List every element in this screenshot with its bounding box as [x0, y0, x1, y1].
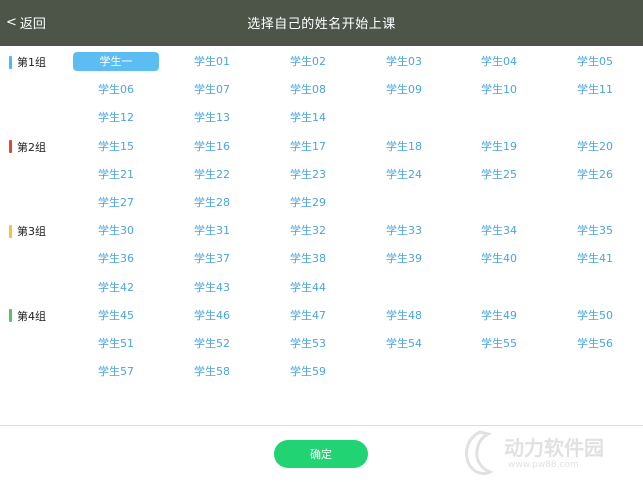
student-button[interactable]: 学生12: [73, 108, 159, 127]
group-label-1: 第1组: [9, 55, 46, 69]
student-button[interactable]: 学生56: [552, 334, 638, 353]
student-button[interactable]: 学生39: [361, 249, 447, 268]
student-button[interactable]: 学生09: [361, 80, 447, 99]
group-label-text: 第4组: [17, 309, 46, 323]
student-button[interactable]: 学生43: [169, 278, 255, 297]
group-color-bar: [9, 55, 12, 69]
group-3-row-2: 学生36 学生37 学生38 学生39 学生40 学生41: [0, 245, 643, 273]
student-button[interactable]: 学生11: [552, 80, 638, 99]
student-button[interactable]: 学生50: [552, 306, 638, 325]
student-button[interactable]: 学生03: [361, 52, 447, 71]
group-label-text: 第2组: [17, 140, 46, 154]
student-button[interactable]: 学生29: [265, 193, 351, 212]
student-button[interactable]: 学生38: [265, 249, 351, 268]
student-button[interactable]: 学生22: [169, 165, 255, 184]
header-bar: < 返回 选择自己的姓名开始上课: [0, 0, 643, 46]
group-label-text: 第1组: [17, 56, 46, 69]
student-button[interactable]: 学生23: [265, 165, 351, 184]
group-4-row-1: 第4组 学生45 学生46 学生47 学生48 学生49 学生50: [0, 302, 643, 330]
student-button[interactable]: 学生28: [169, 193, 255, 212]
student-button[interactable]: 学生59: [265, 362, 351, 381]
student-button[interactable]: 学生14: [265, 108, 351, 127]
watermark: 动力软件园 www.pw88.com: [460, 428, 640, 480]
student-button[interactable]: 学生05: [552, 52, 638, 71]
student-button[interactable]: 学生42: [73, 278, 159, 297]
student-button[interactable]: 学生52: [169, 334, 255, 353]
student-button[interactable]: 学生36: [73, 249, 159, 268]
student-button[interactable]: 学生37: [169, 249, 255, 268]
watermark-text: 动力软件园: [504, 436, 604, 460]
student-button[interactable]: 学生35: [552, 221, 638, 240]
student-button[interactable]: 学生10: [456, 80, 542, 99]
group-2-row-3: 学生27 学生28 学生29: [0, 189, 643, 217]
student-button[interactable]: 学生04: [456, 52, 542, 71]
student-button[interactable]: 学生13: [169, 108, 255, 127]
group-color-bar: [9, 140, 12, 154]
student-button[interactable]: 学生25: [456, 165, 542, 184]
student-button[interactable]: 学生06: [73, 80, 159, 99]
student-button[interactable]: 学生47: [265, 306, 351, 325]
student-button[interactable]: 学生32: [265, 221, 351, 240]
student-button[interactable]: 学生55: [456, 334, 542, 353]
student-button[interactable]: 学生16: [169, 137, 255, 156]
student-button[interactable]: 学生21: [73, 165, 159, 184]
page-title: 选择自己的姓名开始上课: [247, 17, 396, 32]
student-button[interactable]: 学生58: [169, 362, 255, 381]
student-button[interactable]: 学生48: [361, 306, 447, 325]
group-3-row-3: 学生42 学生43 学生44: [0, 274, 643, 302]
group-label-2: 第2组: [9, 140, 46, 154]
student-button[interactable]: 学生15: [73, 137, 159, 156]
student-button[interactable]: 学生44: [265, 278, 351, 297]
student-button[interactable]: 学生01: [169, 52, 255, 71]
footer-divider: [0, 425, 643, 426]
group-3-row-1: 第3组 学生30 学生31 学生32 学生33 学生34 学生35: [0, 217, 643, 245]
group-color-bar: [9, 224, 12, 238]
student-button[interactable]: 学生27: [73, 193, 159, 212]
student-button[interactable]: 学生18: [361, 137, 447, 156]
student-button[interactable]: 学生40: [456, 249, 542, 268]
group-2-row-2: 学生21 学生22 学生23 学生24 学生25 学生26: [0, 161, 643, 189]
student-button[interactable]: 学生46: [169, 306, 255, 325]
student-button[interactable]: 学生一: [73, 52, 159, 71]
group-1-row-1: 第1组 学生一 学生01 学生02 学生03 学生04 学生05: [0, 48, 643, 76]
student-button[interactable]: 学生54: [361, 334, 447, 353]
group-color-bar: [9, 309, 12, 323]
confirm-button[interactable]: 确定: [274, 440, 368, 468]
group-4-row-2: 学生51 学生52 学生53 学生54 学生55 学生56: [0, 330, 643, 358]
student-button[interactable]: 学生17: [265, 137, 351, 156]
student-button[interactable]: 学生51: [73, 334, 159, 353]
student-button[interactable]: 学生30: [73, 221, 159, 240]
student-button[interactable]: 学生45: [73, 306, 159, 325]
student-button[interactable]: 学生24: [361, 165, 447, 184]
group-label-4: 第4组: [9, 309, 46, 323]
student-button[interactable]: 学生20: [552, 137, 638, 156]
student-button[interactable]: 学生08: [265, 80, 351, 99]
group-label-3: 第3组: [9, 224, 46, 238]
student-button[interactable]: 学生34: [456, 221, 542, 240]
student-button[interactable]: 学生31: [169, 221, 255, 240]
student-button[interactable]: 学生33: [361, 221, 447, 240]
student-button[interactable]: 学生07: [169, 80, 255, 99]
student-grid: 第1组 学生一 学生01 学生02 学生03 学生04 学生05 学生06 学生…: [0, 48, 643, 386]
watermark-logo-icon: [465, 430, 494, 476]
student-button[interactable]: 学生49: [456, 306, 542, 325]
group-1-row-2: 学生06 学生07 学生08 学生09 学生10 学生11: [0, 76, 643, 104]
group-2-row-1: 第2组 学生15 学生16 学生17 学生18 学生19 学生20: [0, 133, 643, 161]
group-1-row-3: 学生12 学生13 学生14: [0, 104, 643, 132]
student-button[interactable]: 学生26: [552, 165, 638, 184]
student-button[interactable]: 学生53: [265, 334, 351, 353]
student-button[interactable]: 学生19: [456, 137, 542, 156]
watermark-url: www.pw88.com: [508, 460, 579, 470]
group-4-row-3: 学生57 学生58 学生59: [0, 358, 643, 386]
group-label-text: 第3组: [17, 225, 46, 239]
student-button[interactable]: 学生57: [73, 362, 159, 381]
student-button[interactable]: 学生02: [265, 52, 351, 71]
student-button[interactable]: 学生41: [552, 249, 638, 268]
